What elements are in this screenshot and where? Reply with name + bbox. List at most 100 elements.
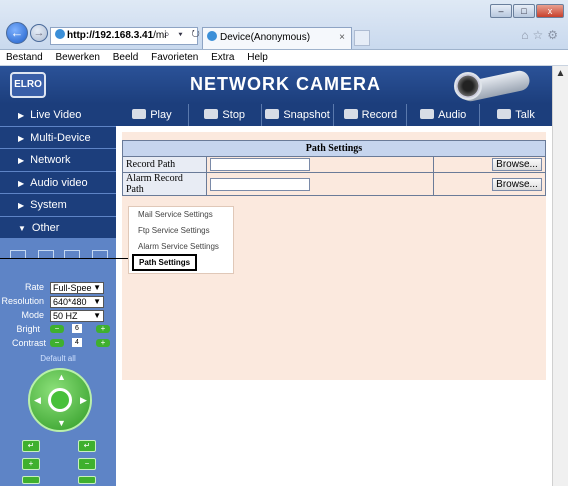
vertical-patrol-icon[interactable] [78, 476, 96, 484]
toolbar-right-icons[interactable]: ⌂☆⚙ [521, 28, 562, 42]
record-label: Record [361, 109, 398, 121]
stop-icon [204, 109, 219, 119]
record-button[interactable]: Record [334, 104, 408, 126]
rate-select[interactable]: Full-Spee ▼ [50, 282, 104, 294]
menu-item-path-settings[interactable]: Path Settings [132, 254, 198, 271]
bright-label: Bright [16, 324, 40, 334]
address-controls[interactable]: ⌕ ▾ ↻ [164, 29, 203, 40]
chevron-down-icon: ▼ [93, 297, 101, 306]
menu-extra[interactable]: Extra [211, 52, 234, 63]
path-settings-title: Path Settings [122, 140, 546, 157]
sidebar-item-network[interactable]: ▶ Network [0, 149, 116, 172]
sidebar-item-label: Audio video [30, 176, 88, 189]
new-tab-button[interactable] [354, 30, 370, 46]
menu-bewerken[interactable]: Bewerken [55, 52, 99, 63]
ptz-right-icon[interactable]: ▶ [80, 395, 87, 406]
contrast-minus-button[interactable]: − [50, 339, 64, 347]
page-content: ELRO NETWORK CAMERA Play Stop Snapshot R… [0, 66, 552, 486]
back-icon[interactable]: ← [6, 22, 28, 44]
vertical-scrollbar[interactable]: ▲ [552, 66, 568, 486]
snapshot-label: Snapshot [283, 109, 330, 121]
tab-title: Device(Anonymous) [220, 32, 311, 43]
chevron-down-icon: ▼ [93, 283, 101, 292]
other-settings-menu: Mail Service Settings Ftp Service Settin… [128, 206, 234, 274]
mode-select[interactable]: 50 HZ ▼ [50, 310, 104, 322]
audio-button[interactable]: Audio [407, 104, 481, 126]
alarm-record-path-input[interactable] [210, 177, 310, 191]
zoom-out-icon[interactable]: − [78, 458, 96, 470]
default-all-link[interactable]: Default all [0, 354, 116, 363]
sidebar-item-system[interactable]: ▶ System [0, 194, 116, 217]
rate-select-value: Full-Spee [53, 283, 92, 293]
sidebar-item-live-video[interactable]: ▶ Live Video [0, 104, 116, 127]
chevron-right-icon: ▶ [18, 156, 25, 165]
sidebar: ▶ Live Video ▶ Multi-Device ▶ Network ▶ Audi… [0, 104, 116, 486]
settings-gear-icon[interactable]: ⚙ [547, 28, 562, 42]
chevron-down-icon: ▼ [18, 223, 26, 233]
sidebar-item-label: System [30, 199, 67, 211]
resolution-select-value: 640*480 [53, 297, 87, 307]
tab-close-icon[interactable]: × [339, 28, 345, 48]
record-icon [343, 109, 358, 119]
talk-button[interactable]: Talk [480, 104, 552, 126]
camera-image [446, 68, 542, 104]
record-path-label: Record Path [122, 156, 207, 173]
bright-value: 6 [72, 324, 82, 333]
menu-favorieten[interactable]: Favorieten [151, 52, 198, 63]
record-path-input[interactable] [210, 158, 310, 171]
snapshot-button[interactable]: Snapshot [262, 104, 335, 126]
contrast-plus-button[interactable]: + [96, 339, 110, 347]
menu-item-mail-service[interactable]: Mail Service Settings [138, 210, 213, 219]
favorites-star-icon[interactable]: ☆ [532, 28, 547, 42]
sidebar-item-audio-video[interactable]: ▶ Audio video [0, 171, 116, 194]
horizontal-patrol-icon[interactable] [22, 476, 40, 484]
ptz-center-icon[interactable] [48, 388, 72, 412]
table-row: Alarm Record Path Browse... [122, 172, 546, 196]
banner-title: NETWORK CAMERA [190, 74, 381, 94]
bright-plus-button[interactable]: + [96, 325, 110, 333]
camera-icon [265, 109, 280, 119]
ie-page-icon [55, 29, 65, 39]
rate-label: Rate [24, 282, 44, 292]
play-icon [132, 109, 147, 119]
stop-label: Stop [222, 109, 246, 121]
ptz-joystick[interactable]: ▲ ▼ ◀ ▶ [28, 368, 92, 432]
menu-help[interactable]: Help [247, 52, 268, 63]
minimize-button[interactable]: – [490, 4, 512, 18]
sidebar-item-other[interactable]: ▼ Other [0, 216, 116, 239]
menu-item-alarm-service[interactable]: Alarm Service Settings [138, 242, 219, 251]
browser-titlebar: – □ x ← → http://192.168.3.41/mi ⌕ ▾ ↻ D… [0, 0, 568, 50]
mode-select-value: 50 HZ [53, 311, 78, 321]
maximize-button[interactable]: □ [513, 4, 535, 18]
close-button[interactable]: x [536, 4, 564, 18]
play-button[interactable]: Play [116, 104, 189, 126]
camera-toolbar: Play Stop Snapshot Record Audio Talk [116, 104, 552, 126]
menu-bestand[interactable]: Bestand [6, 52, 43, 63]
home-icon[interactable]: ⌂ [521, 28, 532, 42]
ptz-left-icon[interactable]: ◀ [34, 395, 41, 406]
menu-beeld[interactable]: Beeld [113, 52, 139, 63]
main-content: Path Settings Record Path Browse... Alar… [116, 126, 552, 486]
ptz-return-icon[interactable]: ↵ [78, 440, 96, 452]
forward-icon[interactable]: → [30, 24, 48, 42]
menu-bar: Bestand Bewerken Beeld Favorieten Extra … [0, 50, 568, 66]
sidebar-item-multi-device[interactable]: ▶ Multi-Device [0, 126, 116, 149]
ptz-enter-icon[interactable]: ↵ [22, 440, 40, 452]
bright-minus-button[interactable]: − [50, 325, 64, 333]
sidebar-item-label: Multi-Device [30, 131, 91, 144]
talk-icon [497, 109, 512, 119]
browser-tab[interactable]: Device(Anonymous) × [202, 27, 352, 49]
ptz-down-icon[interactable]: ▼ [57, 418, 66, 428]
resolution-select[interactable]: 640*480 ▼ [50, 296, 104, 308]
sidebar-item-label: Network [30, 154, 71, 166]
banner: ELRO NETWORK CAMERA [0, 66, 552, 104]
ptz-up-icon[interactable]: ▲ [57, 372, 66, 382]
alarm-record-path-browse-button[interactable]: Browse... [492, 177, 542, 191]
sidebar-item-label: Other [31, 221, 60, 234]
menu-item-ftp-service[interactable]: Ftp Service Settings [138, 226, 210, 235]
screen: – □ x ← → http://192.168.3.41/mi ⌕ ▾ ↻ D… [0, 0, 568, 486]
scroll-up-icon[interactable]: ▲ [553, 66, 568, 82]
record-path-browse-button[interactable]: Browse... [492, 158, 542, 171]
stop-button[interactable]: Stop [189, 104, 262, 126]
zoom-in-icon[interactable]: + [22, 458, 40, 470]
